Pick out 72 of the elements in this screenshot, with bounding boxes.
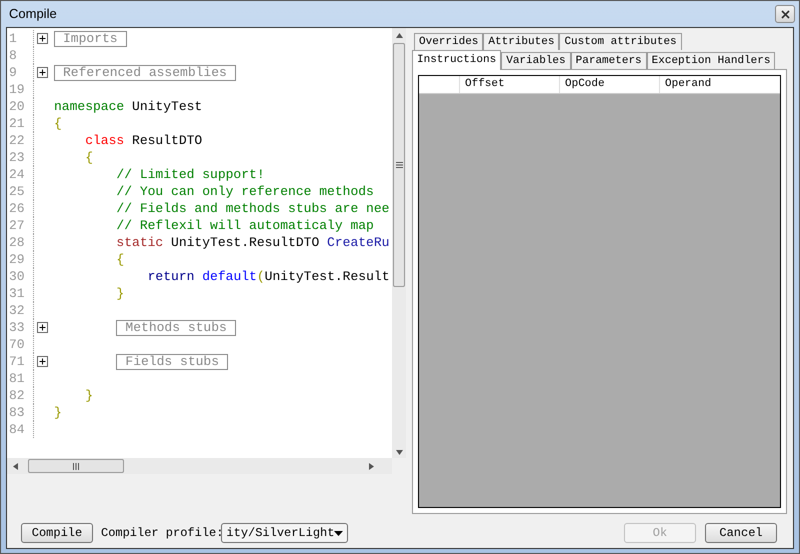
code-line: // You can only reference methods: [115, 182, 374, 201]
plus-icon[interactable]: [36, 356, 48, 367]
code-line: namespace UnityTest: [53, 98, 202, 116]
line-number: 84: [8, 420, 26, 439]
column-header[interactable]: Operand: [660, 76, 780, 93]
line-number: 9: [8, 64, 18, 82]
line-number: 81: [8, 370, 26, 388]
line-number: 33: [8, 318, 26, 337]
line-number: 29: [8, 250, 26, 269]
code-line: }: [53, 404, 62, 422]
line-number: 82: [8, 386, 26, 405]
line-number: 83: [8, 404, 26, 422]
plus-icon[interactable]: [36, 33, 48, 44]
line-number: 22: [8, 132, 26, 150]
line-number: 27: [8, 216, 26, 235]
line-number: 23: [8, 148, 26, 167]
plus-icon[interactable]: [36, 322, 48, 333]
scroll-down-icon[interactable]: [396, 450, 402, 455]
line-number: 28: [8, 234, 26, 252]
line-number: 20: [8, 98, 26, 116]
tab[interactable]: Variables: [501, 52, 571, 69]
line-number: 32: [8, 302, 26, 320]
collapsed-region[interactable]: Referenced assemblies: [54, 64, 236, 80]
line-number: 1: [8, 30, 18, 48]
line-number: 31: [8, 284, 26, 303]
code-line: // Fields and methods stubs are nee: [115, 200, 390, 218]
code-line: }: [115, 284, 124, 303]
code-line: // Limited support!: [115, 166, 265, 184]
line-number: 8: [8, 46, 18, 65]
line-number: 21: [8, 114, 26, 133]
line-number: 25: [8, 182, 26, 201]
dropdown-arrow-icon: [334, 530, 344, 536]
column-header[interactable]: OpCode: [560, 76, 660, 93]
code-line: static UnityTest.ResultDTO CreateRu: [115, 234, 390, 252]
plus-icon[interactable]: [36, 67, 48, 78]
code-line: class ResultDTO: [84, 132, 202, 150]
close-button[interactable]: [775, 5, 795, 23]
cancel-button[interactable]: Cancel: [705, 523, 777, 543]
collapsed-region[interactable]: Methods stubs: [116, 320, 236, 336]
compiler-profile-dropdown[interactable]: ity/SilverLight: [221, 523, 348, 543]
tab[interactable]: Instructions: [412, 50, 502, 70]
horizontal-scrollbar[interactable]: [7, 458, 392, 474]
collapsed-region[interactable]: Imports: [54, 30, 127, 46]
code-line: {: [53, 114, 62, 133]
compile-button[interactable]: Compile: [21, 523, 93, 543]
grip-icon: [73, 462, 79, 470]
tab[interactable]: Overrides: [414, 33, 484, 50]
grip-icon: [396, 162, 402, 168]
close-icon: [780, 10, 790, 18]
tab[interactable]: Attributes: [483, 33, 560, 50]
scroll-left-icon[interactable]: [13, 462, 18, 470]
column-header[interactable]: Offset: [460, 76, 560, 93]
window-title: Compile: [9, 5, 57, 24]
code-line: // Reflexil will automaticaly map: [115, 216, 374, 235]
tab[interactable]: Parameters: [570, 52, 647, 69]
code-line: }: [84, 386, 94, 405]
line-number: 30: [8, 268, 26, 286]
line-number: 19: [8, 80, 26, 99]
code-line: {: [115, 250, 124, 269]
scroll-up-icon[interactable]: [396, 33, 402, 38]
scroll-right-icon[interactable]: [369, 462, 374, 470]
line-number: 26: [8, 200, 26, 218]
code-line: return default(UnityTest.Result: [146, 268, 390, 286]
line-number: 24: [8, 166, 26, 184]
tab[interactable]: Exception Handlers: [646, 52, 776, 69]
tab[interactable]: Custom attributes: [559, 33, 682, 50]
line-number: 71: [8, 352, 26, 371]
vertical-scrollbar[interactable]: [392, 28, 406, 458]
code-line: {: [84, 148, 94, 167]
compiler-profile-label: Compiler profile:: [101, 525, 224, 542]
line-number: 70: [8, 336, 26, 354]
collapsed-region[interactable]: Fields stubs: [116, 354, 228, 370]
